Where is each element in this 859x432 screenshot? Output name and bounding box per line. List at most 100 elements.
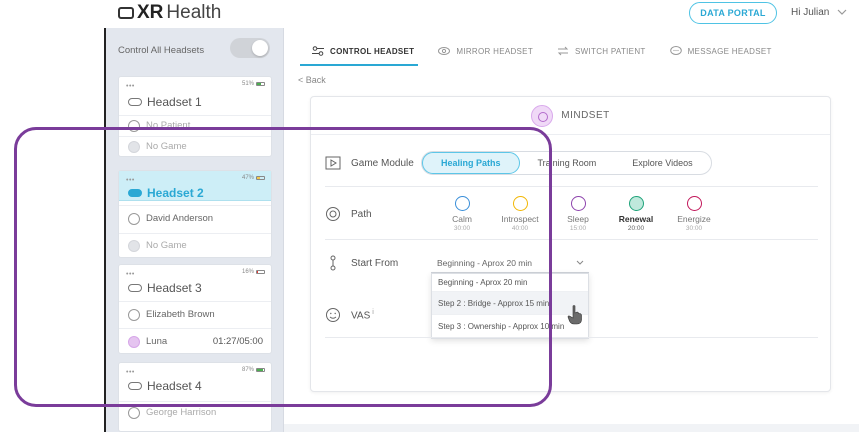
patient-name: No Patient — [146, 120, 191, 131]
patient-row[interactable]: George Harrison — [119, 401, 271, 423]
path-name: Sleep — [567, 214, 589, 224]
chevron-down-icon[interactable] — [836, 6, 848, 18]
path-duration: 40:00 — [511, 225, 529, 232]
select-value: Beginning - Aprox 20 min — [437, 257, 532, 268]
path-circle-icon — [686, 196, 702, 211]
control-all-toggle[interactable] — [230, 38, 270, 58]
path-option-introspect[interactable]: Introspect 40:00 — [491, 196, 549, 232]
battery-fill — [257, 369, 264, 371]
battery-indicator: 16% — [242, 269, 265, 275]
smiley-icon — [326, 308, 340, 322]
tab-control-headset[interactable]: CONTROL HEADSET — [300, 40, 426, 66]
field-label: Game Module — [351, 157, 414, 169]
field-label: Start From — [351, 257, 399, 269]
dropdown-option[interactable]: Beginning - Aprox 20 min — [432, 274, 588, 292]
tab-message-headset[interactable]: MESSAGE HEADSET — [658, 40, 784, 62]
path-duration: 30:00 — [685, 225, 703, 232]
path-option-energize[interactable]: Energize 30:00 — [665, 196, 723, 232]
patient-name: George Harrison — [146, 407, 217, 418]
person-icon — [128, 212, 140, 225]
vr-headset-icon — [128, 284, 142, 292]
path-row: Path Calm 30:00 Introspect 40:00 Sleep 15:0… — [325, 196, 818, 232]
xrhealth-logo[interactable]: XR Health — [118, 2, 221, 24]
sliders-icon — [312, 46, 324, 56]
path-option-sleep[interactable]: Sleep 15:00 — [549, 196, 607, 232]
battery-percent: 16% — [241, 269, 254, 275]
game-option-explore-videos[interactable]: Explore Videos — [614, 152, 710, 174]
user-greeting[interactable]: Hi Julian — [791, 7, 829, 18]
eye-icon — [438, 47, 451, 55]
patient-row[interactable]: David Anderson — [119, 205, 271, 231]
battery-fill — [257, 271, 259, 273]
path-option-calm[interactable]: Calm 30:00 — [433, 196, 491, 232]
divider — [325, 239, 818, 240]
battery-percent: 51% — [241, 81, 254, 87]
headset-card-2[interactable]: ••• 47% Headset 2 David Anderson No Game — [118, 170, 272, 258]
battery-icon — [256, 176, 265, 180]
brand-light-text: Health — [166, 2, 222, 23]
headset-card-4[interactable]: ••• 87% Headset 4 George Harrison — [118, 362, 272, 432]
game-icon — [128, 140, 140, 153]
tab-switch-patient[interactable]: SWITCH PATIENT — [545, 40, 658, 62]
tab-label: CONTROL HEADSET — [330, 46, 415, 56]
path-name: Introspect — [501, 214, 539, 224]
battery-fill — [257, 83, 261, 85]
battery-percent: 87% — [241, 367, 254, 373]
mindset-icon — [531, 104, 554, 127]
chat-bubble-icon — [669, 46, 682, 55]
path-circle-icon — [454, 196, 470, 211]
signal-dots-icon: ••• — [126, 83, 135, 90]
headset-logo-icon — [118, 7, 134, 19]
battery-indicator: 51% — [242, 81, 265, 87]
game-row[interactable]: No Game — [119, 233, 271, 257]
game-module-row: Game Module Healing Paths Training Room … — [325, 149, 818, 177]
patient-row[interactable]: Elizabeth Brown — [119, 301, 271, 327]
headset-name: Headset 4 — [128, 379, 202, 393]
field-label: VAS i — [351, 309, 421, 321]
game-icon — [128, 335, 140, 348]
game-row[interactable]: Luna 01:27/05:00 — [119, 328, 271, 354]
game-option-training-room[interactable]: Training Room — [520, 152, 615, 174]
chevron-down-icon — [576, 260, 584, 265]
path-circle-icon — [628, 196, 644, 211]
back-link[interactable]: < Back — [298, 75, 326, 85]
toggle-knob — [252, 40, 268, 56]
headset-card-1[interactable]: ••• 51% Headset 1 No Patient No Game — [118, 76, 272, 157]
headset-name-text: Headset 1 — [147, 95, 202, 109]
path-name: Renewal — [618, 214, 654, 224]
vas-row: VAS i — [325, 305, 818, 325]
path-option-renewal[interactable]: Renewal 20:00 — [607, 196, 665, 232]
panel-header: MINDSET — [311, 97, 830, 135]
headset-name: Headset 3 — [128, 281, 202, 295]
path-circle-icon — [570, 196, 586, 211]
divider — [325, 337, 818, 338]
signal-dots-icon: ••• — [126, 369, 135, 376]
path-circle-icon — [512, 196, 528, 211]
vas-label: VAS — [351, 310, 371, 322]
person-icon — [128, 119, 140, 132]
headset-name-text: Headset 4 — [147, 379, 202, 393]
video-icon — [325, 156, 341, 170]
patient-row[interactable]: No Patient — [119, 115, 271, 135]
swap-arrows-icon — [557, 46, 569, 56]
vr-headset-icon — [128, 382, 142, 390]
person-icon — [128, 406, 140, 419]
headset-sidebar: Control All Headsets ••• 51% Headset 1 N… — [106, 28, 284, 432]
path-options: Calm 30:00 Introspect 40:00 Sleep 15:00 Ren… — [433, 196, 723, 232]
person-icon — [128, 308, 140, 321]
game-option-healing-paths[interactable]: Healing Paths — [422, 152, 520, 174]
battery-icon — [256, 82, 265, 86]
signal-dots-icon: ••• — [126, 177, 135, 184]
data-portal-button[interactable]: DATA PORTAL — [689, 2, 777, 24]
start-from-select[interactable]: Beginning - Aprox 20 min — [431, 253, 589, 273]
game-row[interactable]: No Game — [119, 136, 271, 156]
info-icon[interactable]: i — [372, 309, 374, 316]
control-all-label: Control All Headsets — [118, 45, 205, 56]
headset-card-3[interactable]: ••• 16% Headset 3 Elizabeth Brown Luna 01… — [118, 264, 272, 354]
path-duration: 15:00 — [569, 225, 587, 232]
patient-name: David Anderson — [146, 213, 214, 224]
brand-bold-text: XR — [137, 2, 164, 23]
game-name: Luna — [146, 336, 168, 347]
tab-mirror-headset[interactable]: MIRROR HEADSET — [426, 40, 545, 62]
path-duration: 20:00 — [627, 225, 645, 232]
